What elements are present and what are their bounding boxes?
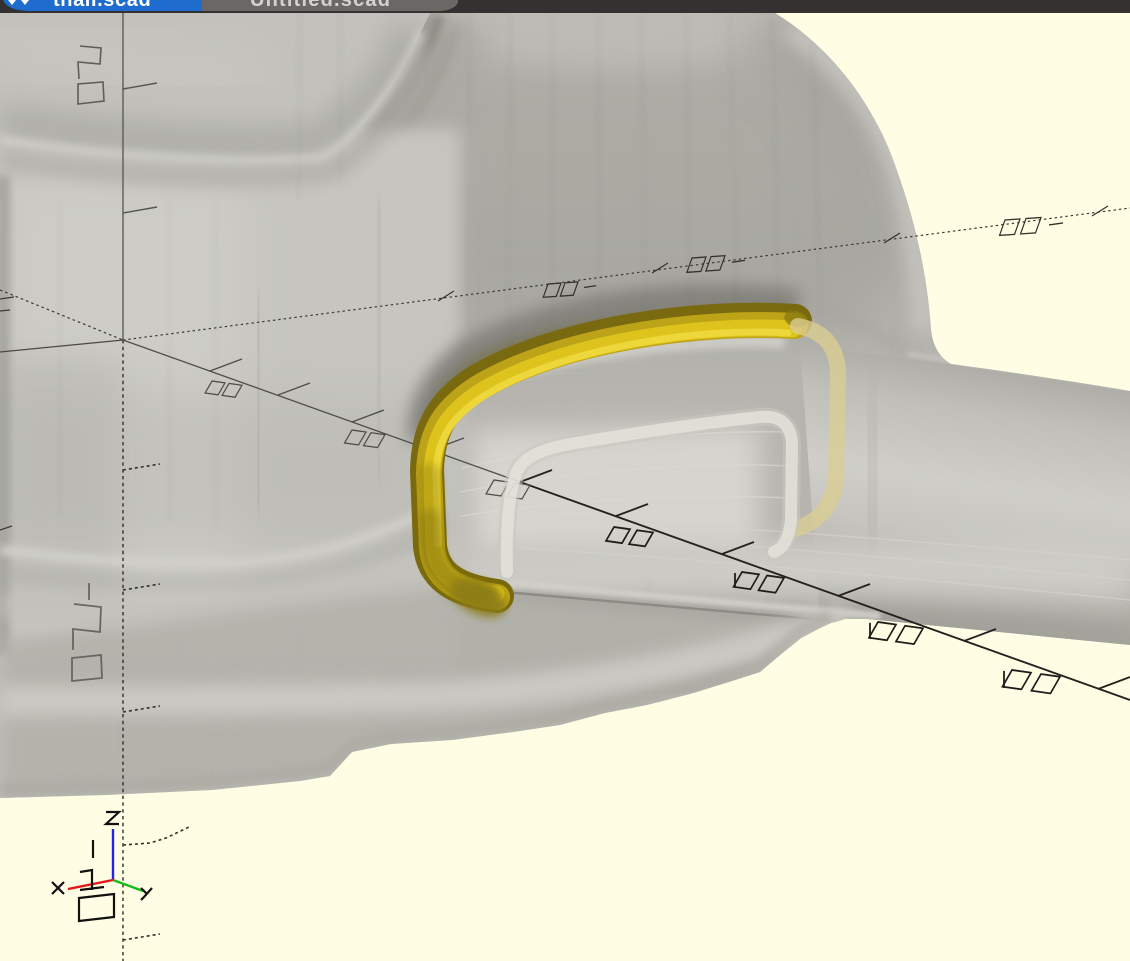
svg-text:thali.scad: thali.scad (53, 0, 151, 11)
svg-text:Untitled.scad: Untitled.scad (250, 0, 391, 11)
